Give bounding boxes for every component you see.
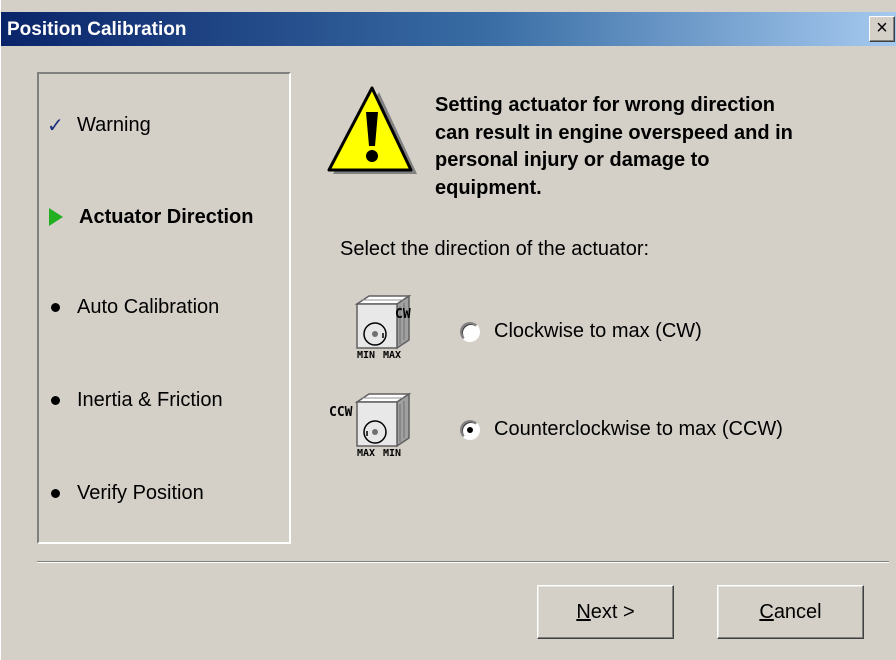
step-auto-calibration: Auto Calibration — [47, 292, 219, 322]
option-ccw-label[interactable]: Counterclockwise to max (CCW) — [494, 418, 783, 441]
cancel-button[interactable]: Cancel — [717, 585, 864, 639]
dialog-window: Position Calibration × ✓ Warning Actuato… — [0, 0, 896, 660]
cancel-label: ancel — [773, 600, 822, 623]
warning-line: personal injury or damage to — [435, 149, 710, 171]
step-warning: ✓ Warning — [47, 110, 151, 140]
wizard-steps-panel: ✓ Warning Actuator Direction Auto Calibr… — [37, 72, 291, 544]
cw-actuator-icon: CW MIN MAX — [354, 294, 412, 360]
max-label: MAX — [357, 448, 375, 458]
step-label: Inertia & Friction — [77, 388, 223, 411]
radio-cw[interactable] — [460, 321, 480, 342]
next-mnemonic: N — [576, 600, 591, 623]
ccw-actuator-icon: CCW MAX MIN — [329, 392, 412, 458]
bullet-icon — [51, 395, 60, 405]
close-icon: × — [876, 17, 888, 39]
step-inertia-friction: Inertia & Friction — [47, 385, 223, 415]
option-cw[interactable]: Clockwise to max (CW) — [460, 320, 702, 343]
step-label: Warning — [77, 113, 151, 136]
warning-message: Setting actuator for wrong direction can… — [435, 92, 885, 202]
direction-prompt: Select the direction of the actuator: — [340, 238, 650, 260]
step-label: Verify Position — [77, 481, 204, 504]
warning-icon — [327, 86, 417, 174]
close-button[interactable]: × — [869, 16, 895, 42]
option-cw-label[interactable]: Clockwise to max (CW) — [494, 320, 702, 343]
green-arrow-icon — [49, 208, 63, 226]
radio-ccw[interactable] — [460, 419, 480, 440]
ccw-label: CCW — [329, 405, 353, 420]
max-label: MAX — [383, 350, 401, 360]
separator — [37, 561, 889, 563]
next-label: ext > — [590, 600, 635, 623]
warning-line: equipment. — [435, 176, 542, 199]
cw-label: CW — [395, 307, 411, 322]
step-label: Auto Calibration — [77, 295, 220, 318]
next-button[interactable]: Next > — [537, 585, 674, 639]
title-bar[interactable]: Position Calibration × — [1, 12, 896, 46]
check-icon: ✓ — [47, 114, 64, 137]
step-actuator-direction: Actuator Direction — [47, 202, 253, 232]
option-ccw[interactable]: Counterclockwise to max (CCW) — [460, 418, 783, 441]
window-title: Position Calibration — [7, 19, 187, 40]
cancel-mnemonic: C — [759, 600, 774, 623]
min-label: MIN — [357, 350, 375, 360]
step-label: Actuator Direction — [79, 205, 254, 228]
warning-line: can result in engine overspeed and in — [435, 121, 793, 144]
bullet-icon — [51, 488, 60, 498]
min-label: MIN — [383, 448, 401, 458]
bullet-icon — [51, 302, 60, 312]
warning-line: Setting actuator for wrong direction — [435, 94, 776, 116]
step-verify-position: Verify Position — [47, 478, 204, 508]
